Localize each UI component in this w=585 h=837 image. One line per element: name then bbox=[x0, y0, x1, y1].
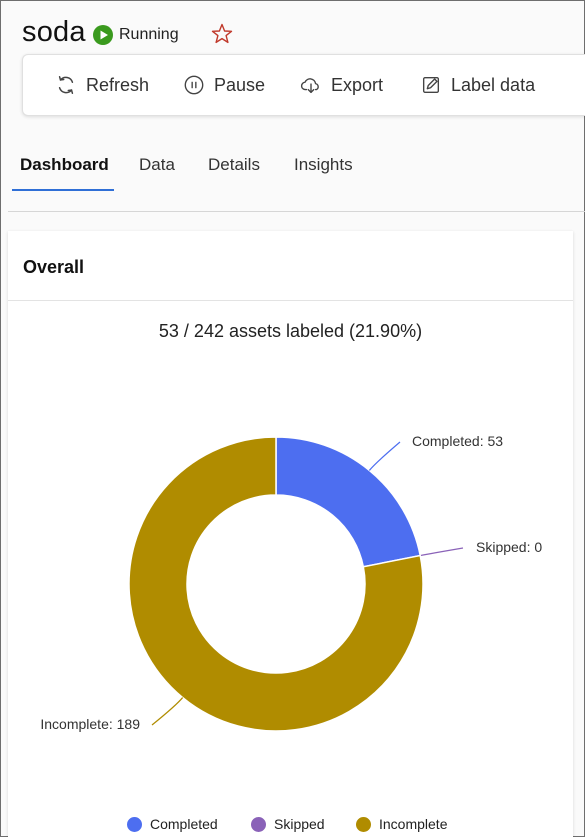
legend-label: Incomplete bbox=[379, 816, 448, 832]
card-title: Overall bbox=[23, 257, 85, 277]
export-button[interactable]: Export bbox=[300, 55, 383, 115]
page-title: soda bbox=[22, 16, 86, 48]
active-tab-indicator bbox=[12, 189, 114, 191]
pause-label: Pause bbox=[214, 74, 266, 95]
star-outline-icon[interactable] bbox=[210, 22, 234, 46]
legend-label: Completed bbox=[150, 816, 218, 832]
tab-divider bbox=[8, 211, 585, 212]
command-toolbar: Refresh Pause Export Label data bbox=[22, 54, 585, 116]
status-indicator: Running bbox=[93, 25, 179, 45]
tab-dashboard[interactable]: Dashboard bbox=[20, 155, 109, 175]
cloud-export-icon bbox=[300, 78, 319, 94]
tab-details[interactable]: Details bbox=[208, 155, 260, 175]
legend-item-completed[interactable]: Completed bbox=[127, 816, 218, 832]
legend-item-skipped[interactable]: Skipped bbox=[251, 816, 325, 832]
pause-button[interactable]: Pause bbox=[183, 55, 265, 115]
tab-bar: Dashboard Data Details Insights bbox=[8, 145, 585, 193]
tab-data[interactable]: Data bbox=[139, 155, 175, 175]
card-divider bbox=[8, 300, 573, 301]
status-label: Running bbox=[119, 26, 179, 43]
legend-swatch bbox=[251, 816, 266, 832]
legend-swatch bbox=[127, 816, 142, 832]
legend-swatch bbox=[356, 816, 371, 832]
overall-card: Overall 53 / 242 assets labeled (21.90%) bbox=[8, 231, 573, 837]
legend-item-incomplete[interactable]: Incomplete bbox=[356, 816, 447, 832]
label-data-label: Label data bbox=[451, 74, 536, 95]
refresh-label: Refresh bbox=[86, 74, 150, 95]
refresh-button[interactable]: Refresh bbox=[55, 55, 149, 115]
legend-label: Skipped bbox=[274, 816, 325, 832]
export-label: Export bbox=[331, 74, 384, 95]
labeling-summary: 53 / 242 assets labeled (21.90%) bbox=[158, 321, 423, 341]
refresh-icon bbox=[58, 76, 74, 94]
edit-icon bbox=[422, 76, 440, 94]
play-icon bbox=[93, 25, 113, 45]
label-data-button[interactable]: Label data bbox=[420, 55, 535, 115]
pause-icon bbox=[184, 75, 204, 95]
chart-legend: Completed Skipped Incomplete bbox=[0, 816, 585, 836]
tab-insights[interactable]: Insights bbox=[294, 155, 353, 175]
